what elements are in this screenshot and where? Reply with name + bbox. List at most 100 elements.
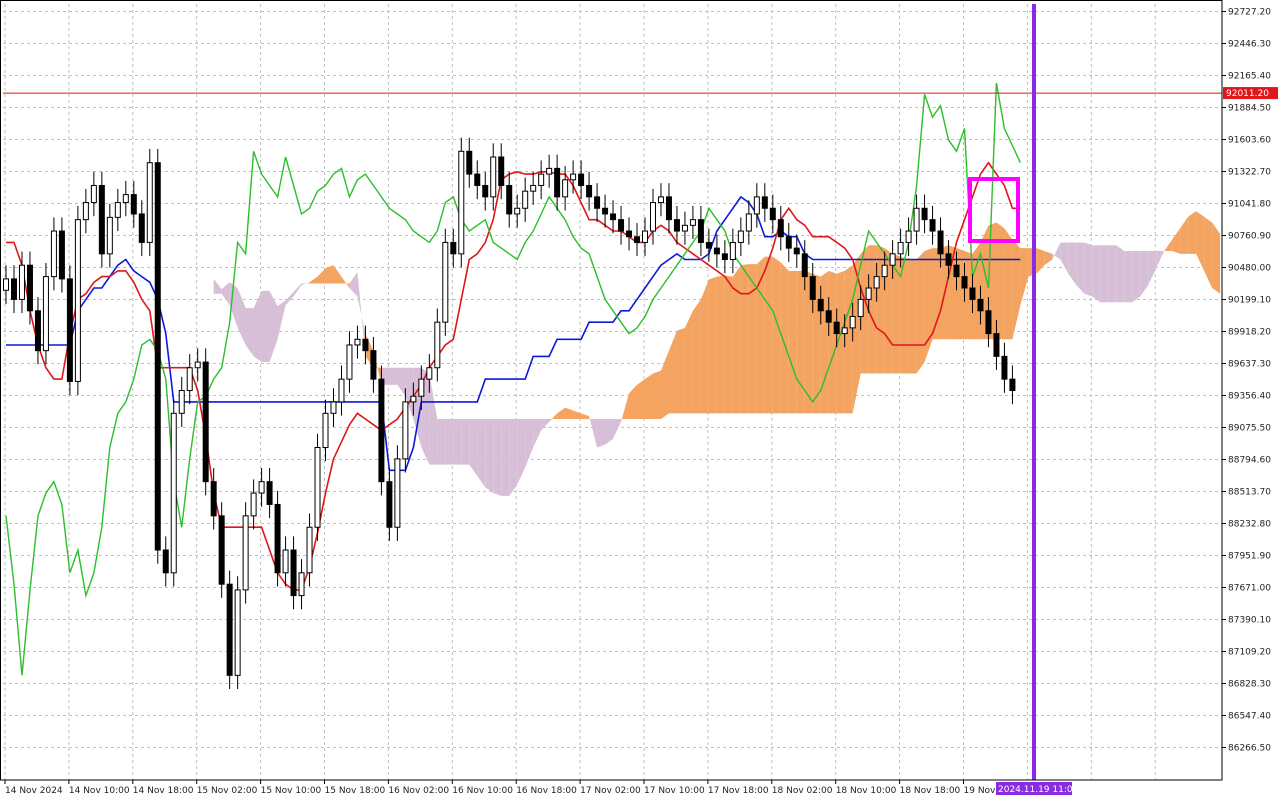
x-tick-label: 16 Nov 18:00 [516,786,577,796]
kumo-bear-segment [485,419,494,494]
chart-canvas[interactable]: 92727.20 92446.30 92165.40 91884.50 91603.60… [0,0,1280,800]
candle-bull [522,190,529,209]
kumo-bear-segment [509,419,518,496]
candle-bear [953,264,960,278]
candle-bear [274,503,281,574]
candle-bull [442,241,449,323]
kumo-bull-segment [724,275,733,414]
candle-bull [729,241,736,261]
candle-bear [290,549,297,597]
candle-bear [1001,355,1008,380]
y-tick-label: 92727.20 [1228,8,1271,18]
kumo-bull-segment [764,256,773,414]
candle-bull [841,327,848,335]
x-tick-label: 15 Nov 02:00 [197,786,258,796]
y-tick-label: 92446.30 [1228,40,1271,50]
candle-bull [865,287,872,300]
candle-bear [937,230,944,255]
candle-bear [993,333,1000,357]
candle-bear [474,173,481,186]
candle-bear [610,213,617,221]
candle-bull [306,526,313,574]
candle-bull [562,179,569,198]
x-tick-label: 14 Nov 18:00 [133,786,194,796]
candle-bear [761,196,768,209]
candle-bear [697,219,704,243]
candle-bull [330,401,337,414]
kumo-bear-segment [261,290,270,363]
kumo-bull-segment [796,270,805,414]
candle-bull [170,412,177,574]
candle-bull [250,492,257,517]
kumo-bull-segment [325,265,334,284]
candle-bear [801,253,808,278]
candle-bull [538,173,545,186]
candle-bear [1009,378,1016,392]
y-tick-label: 87109.20 [1228,648,1271,658]
candle-bear [554,167,561,198]
candle-bear [154,162,161,551]
candle-bear [378,378,385,483]
kumo-bull-segment [868,245,877,374]
y-tick-label: 86266.50 [1228,744,1271,754]
x-tick-label: 18 Nov 02:00 [772,786,833,796]
candle-bull [242,515,249,591]
candle-bull [905,230,912,243]
x-tick-label: 18 Nov 18:00 [900,786,961,796]
candle-bear [138,213,145,243]
kumo-bear-segment [389,367,398,385]
candle-bear [626,230,633,238]
candle-bear [977,298,984,312]
ichimoku-chart[interactable]: 92727.20 92446.30 92165.40 91884.50 91603.60… [0,0,1280,800]
candle-bull [426,367,433,380]
kumo-bear-segment [1100,245,1109,303]
kumo-bull-segment [1212,222,1221,294]
kumo-bull-segment [708,276,717,414]
y-tick-label: 88513.70 [1228,488,1271,498]
candle-bull [849,315,856,329]
kumo-bull-segment [908,259,917,374]
candle-bull [873,276,880,289]
kumo-bear-segment [1116,245,1125,303]
kumo-bull-segment [788,270,797,414]
kumo-bear-segment [477,419,486,488]
candle-bear [130,194,137,215]
candle-bear [777,219,784,238]
candle-bull [314,446,321,528]
candle-bear [929,219,936,232]
kumo-bull-segment [692,299,701,414]
candle-bull [737,230,744,243]
candle-bear [969,287,976,300]
candle-bull [753,196,760,215]
y-tick-label: 87390.10 [1228,616,1271,626]
x-tick-label: 18 Nov 10:00 [836,786,897,796]
y-tick-label: 87951.90 [1228,552,1271,562]
y-tick-label: 90480.00 [1228,264,1271,274]
kumo-bull-segment [1004,228,1013,340]
candle-bear [945,253,952,266]
kumo-bear-segment [597,419,606,448]
kumo-bull-segment [956,248,965,340]
y-tick-label: 89918.20 [1228,328,1271,338]
candle-bear [769,207,776,221]
kumo-bull-segment [684,310,693,414]
kumo-bear-segment [437,419,446,465]
candle-bear [218,515,225,585]
candle-bull [234,589,241,676]
y-tick-label: 89637.30 [1228,360,1271,370]
candle-bear [578,173,585,186]
y-tick-label: 91884.50 [1228,104,1271,114]
candle-bull [490,156,497,198]
kumo-bear-segment [1124,250,1133,303]
x-tick-label: 14 Nov 10:00 [69,786,130,796]
candle-bear [450,241,457,255]
candle-bull [514,207,521,215]
candle-bear [226,583,233,676]
candle-bear [466,150,473,175]
kumo-bull-segment [637,379,645,420]
kumo-bear-segment [501,419,510,496]
kumo-bull-segment [844,265,853,414]
candle-bear [34,310,41,352]
kumo-bull-segment [700,279,709,414]
candle-bull [114,202,121,218]
